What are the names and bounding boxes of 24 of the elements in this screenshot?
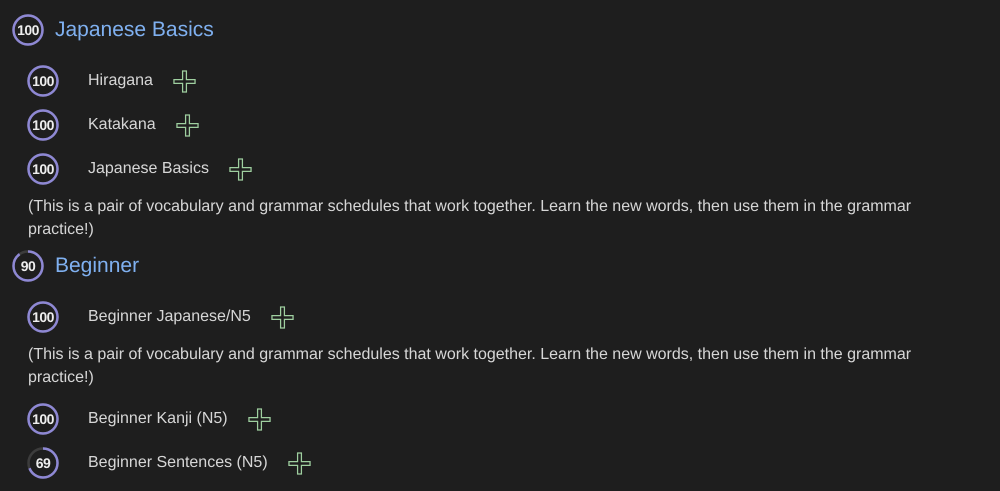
score: 100 [16, 20, 40, 40]
score: 69 [34, 454, 52, 472]
course-link[interactable]: Beginner Kanji (N5) [88, 407, 228, 431]
add-icon[interactable] [172, 70, 196, 92]
score: 90 [20, 256, 36, 276]
section-title[interactable]: Beginner [55, 250, 140, 282]
score: 100 [31, 308, 55, 326]
score: 100 [31, 410, 55, 428]
add-icon[interactable] [228, 158, 252, 180]
course-link[interactable]: Katakana [88, 113, 156, 137]
add-icon[interactable] [270, 306, 294, 328]
description: (This is a pair of vocabulary and grammar schedules that work together. Learn the new words, then use them in the grammar practice!) [27, 197, 912, 240]
add-icon[interactable] [248, 408, 271, 430]
add-icon[interactable] [176, 114, 199, 136]
course-link[interactable]: Japanese Basics [88, 157, 209, 181]
score: 100 [31, 160, 55, 178]
course-link[interactable]: Beginner Sentences (N5) [88, 451, 268, 475]
description: (This is a pair of vocabulary and grammar schedules that work together. Learn the new words, then use them in the grammar practice!) [27, 345, 912, 388]
add-icon[interactable] [288, 452, 311, 474]
course-link[interactable]: Hiragana [88, 69, 153, 93]
section-title[interactable]: Japanese Basics [55, 14, 214, 46]
score: 100 [31, 116, 55, 134]
course-link[interactable]: Beginner Japanese/N5 [88, 305, 251, 329]
score: 100 [31, 72, 55, 90]
